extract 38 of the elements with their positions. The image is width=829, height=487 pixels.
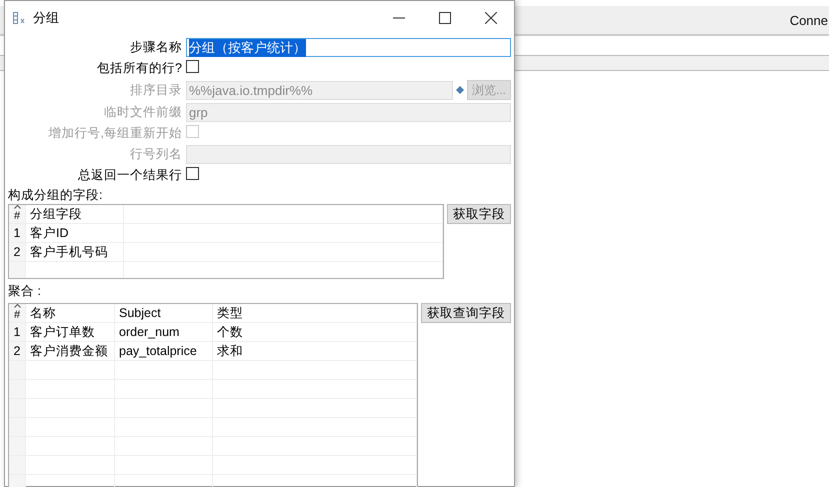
column-header[interactable]: Subject xyxy=(115,304,213,322)
table-cell: 客户手机号码 xyxy=(26,243,124,261)
get-query-fields-button[interactable]: 获取查询字段 xyxy=(421,303,511,323)
table-cell: 客户订单数 xyxy=(26,323,115,341)
sort-icon xyxy=(14,205,21,209)
checkbox[interactable] xyxy=(186,167,199,180)
window-title: 分组 xyxy=(33,9,60,27)
table-cell: pay_totalprice xyxy=(115,342,213,360)
variable-icon xyxy=(456,86,464,94)
table-cell: 客户消费金额 xyxy=(26,342,115,360)
table-cell: 个数 xyxy=(213,323,417,341)
input-field[interactable]: 分组（按客户统计） xyxy=(186,38,511,57)
field-label: 包括所有的行? xyxy=(96,60,182,77)
field-label: 行号列名 xyxy=(129,146,182,163)
field-label: 排序目录 xyxy=(129,82,182,98)
sort-icon xyxy=(14,304,21,308)
table-cell: 客户ID xyxy=(26,224,124,242)
column-header[interactable]: 名称 xyxy=(26,304,115,322)
column-header[interactable]: 类型 xyxy=(213,304,417,322)
row-number: 2 xyxy=(9,342,26,360)
tab-label[interactable]: Conne xyxy=(790,12,829,28)
get-fields-button[interactable]: 获取字段 xyxy=(447,204,511,224)
maximize-icon xyxy=(439,12,451,24)
field-label: 临时文件前缀 xyxy=(103,104,182,121)
row-number: 2 xyxy=(9,243,26,261)
checkbox[interactable] xyxy=(186,60,199,73)
section-label: 构成分组的字段: xyxy=(8,187,102,204)
table-cell: 求和 xyxy=(213,342,417,360)
field-label: 增加行号,每组重新开始 xyxy=(48,125,182,142)
column-header[interactable]: 分组字段 xyxy=(26,205,124,223)
field-label: 步骤名称 xyxy=(129,39,182,56)
row-number: 1 xyxy=(9,224,26,242)
table-cell: order_num xyxy=(115,323,213,341)
section-label: 聚合 : xyxy=(8,283,41,300)
row-number: 1 xyxy=(9,323,26,341)
field-label: 总返回一个结果行 xyxy=(77,167,182,184)
app-icon xyxy=(13,12,27,24)
close-icon xyxy=(485,12,497,24)
